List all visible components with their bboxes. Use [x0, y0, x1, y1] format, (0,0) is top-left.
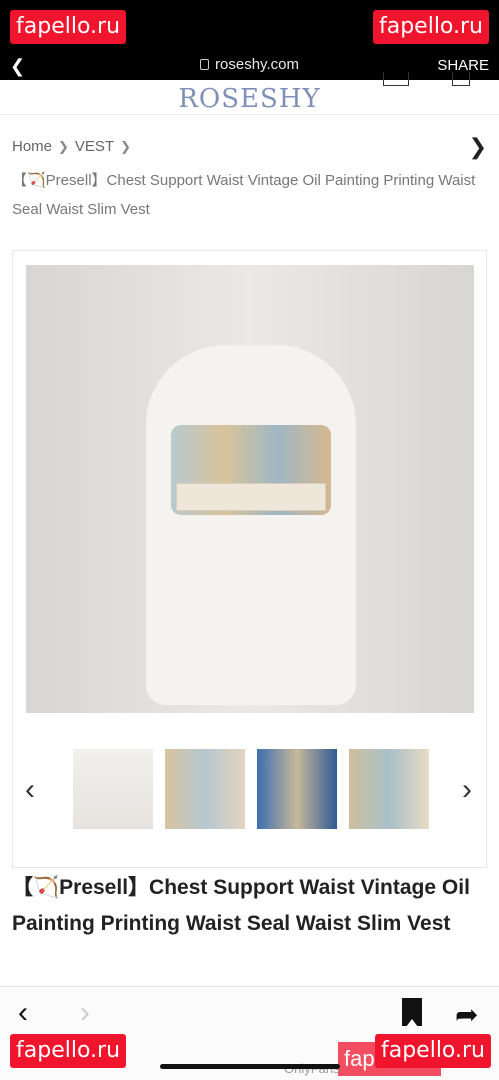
breadcrumb-current: 【🏹Presell】Chest Support Waist Vintage Oi…: [12, 172, 476, 218]
watermark-bottom-right: fapello.ru: [374, 1034, 491, 1068]
url-bar[interactable]: roseshy.com: [0, 56, 499, 73]
breadcrumb-home[interactable]: Home: [12, 138, 52, 155]
chevron-right-icon[interactable]: ›: [462, 773, 472, 807]
dress-shape: [146, 345, 356, 705]
thumbnail-1[interactable]: [73, 749, 153, 829]
bookmark-icon[interactable]: [402, 998, 422, 1027]
site-logo[interactable]: ROSESHY: [0, 84, 499, 114]
chevron-right-icon: ❯: [58, 139, 69, 154]
breadcrumb-category[interactable]: VEST: [75, 138, 114, 155]
thumbnail-strip: [73, 749, 433, 829]
lock-icon: [200, 59, 210, 70]
chevron-left-icon[interactable]: ‹: [25, 773, 35, 807]
thumbnail-4[interactable]: [349, 749, 429, 829]
breadcrumb: Home ❯ VEST ❯: [12, 138, 137, 155]
product-main-image[interactable]: [26, 265, 474, 713]
back-icon[interactable]: ‹: [18, 996, 28, 1030]
product-title: 【🏹Presell】Chest Support Waist Vintage Oi…: [12, 876, 470, 935]
thumbnail-3[interactable]: [257, 749, 337, 829]
watermark-top-right: fapello.ru: [372, 10, 489, 44]
header-divider: [0, 114, 499, 115]
home-indicator[interactable]: [160, 1064, 340, 1069]
thumbnail-2[interactable]: [165, 749, 245, 829]
product-gallery: ‹ ›: [12, 250, 487, 868]
url-text: roseshy.com: [215, 56, 299, 73]
watermark-top-left: fapello.ru: [10, 10, 127, 44]
share-arrow-icon[interactable]: ➦: [455, 998, 478, 1031]
forward-icon[interactable]: ›: [80, 996, 90, 1030]
breadcrumb-expand-icon[interactable]: ❯: [469, 134, 487, 160]
watermark-bottom-left: fapello.ru: [10, 1034, 127, 1068]
belt-shape: [176, 483, 326, 511]
chevron-right-icon: ❯: [120, 139, 132, 154]
